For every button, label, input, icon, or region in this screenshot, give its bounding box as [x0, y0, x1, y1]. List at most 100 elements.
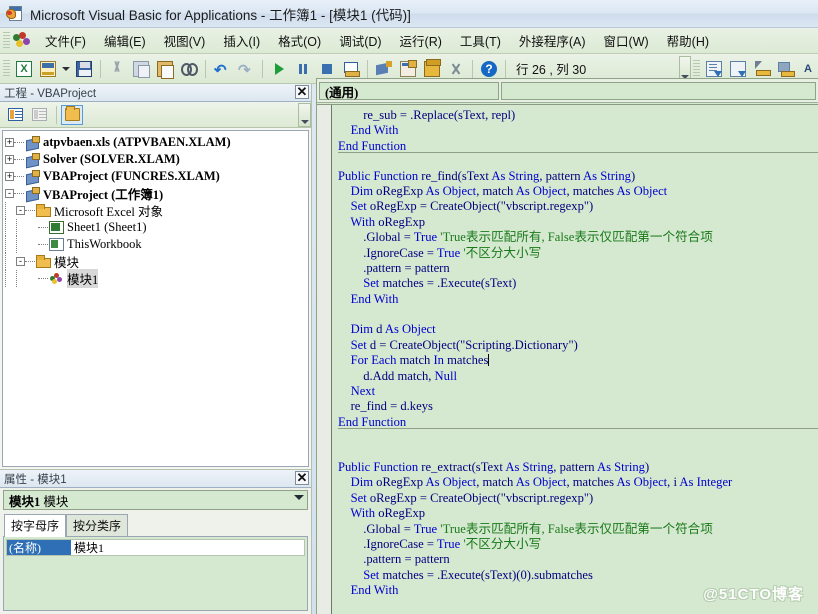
tree-item[interactable]: + VBAProject (FUNCRES.XLAM)	[5, 168, 308, 185]
binoculars-icon	[181, 61, 198, 77]
design-mode-button[interactable]	[340, 58, 362, 80]
toolbar-gripper[interactable]	[3, 59, 10, 78]
tree-expander[interactable]: +	[5, 155, 14, 164]
code-line: For Each match In matches	[338, 353, 818, 368]
tree-connector	[14, 159, 24, 160]
code-token: Public Function	[338, 168, 422, 183]
run-button[interactable]	[268, 58, 290, 80]
code-line: .Global = True 'True表示匹配所有, False表示仅匹配第一…	[338, 230, 818, 245]
tree-expander[interactable]: -	[16, 257, 25, 266]
menu-edit[interactable]: 编辑(E)	[96, 28, 154, 53]
reset-button[interactable]	[316, 58, 338, 80]
menu-insert[interactable]: 插入(I)	[215, 28, 268, 53]
tree-item[interactable]: + atpvbaen.xls (ATPVBAEN.XLAM)	[5, 134, 308, 151]
property-name: (名称)	[7, 540, 71, 555]
code-combo-bar: (通用)	[317, 79, 818, 103]
tree-item[interactable]: - Microsoft Excel 对象	[5, 202, 308, 219]
cut-button[interactable]	[106, 58, 128, 80]
properties-grid[interactable]: (名称) 模块1	[3, 536, 308, 611]
edit-complete-word-button[interactable]: A	[799, 58, 817, 80]
code-token: Set	[363, 567, 383, 582]
project-tree[interactable]: + atpvbaen.xls (ATPVBAEN.XLAM) + Solver (SO…	[2, 130, 309, 467]
menu-gripper[interactable]	[3, 31, 10, 50]
tab-alphabetic[interactable]: 按字母序	[4, 514, 67, 537]
menu-view[interactable]: 视图(V)	[156, 28, 214, 53]
insert-userform-button[interactable]	[37, 58, 59, 80]
copy-button[interactable]	[130, 58, 152, 80]
paste-button[interactable]	[154, 58, 176, 80]
tree-guide	[16, 270, 17, 287]
menu-format[interactable]: 格式(O)	[270, 28, 329, 53]
tree-expander[interactable]: -	[16, 206, 25, 215]
undo-button[interactable]	[211, 58, 233, 80]
code-token: matches	[447, 353, 489, 368]
code-line: .pattern = pattern	[338, 261, 818, 276]
insert-dropdown-button[interactable]	[61, 58, 71, 80]
properties-window-button[interactable]	[397, 58, 419, 80]
tree-item[interactable]: - VBAProject (工作簿1)	[5, 185, 308, 202]
code-text[interactable]: re_sub = .Replace(sText, repl) End With E…	[332, 105, 818, 614]
tree-expander[interactable]: +	[5, 172, 14, 181]
object-browser-button[interactable]	[421, 58, 443, 80]
project-explorer-overflow[interactable]	[298, 102, 311, 127]
project-explorer-close-icon[interactable]: ✕	[295, 84, 309, 99]
project-explorer-button[interactable]	[373, 58, 395, 80]
menu-window[interactable]: 窗口(W)	[596, 28, 657, 53]
parameter-info-icon	[778, 61, 795, 77]
code-token: , matches	[566, 183, 617, 198]
project-explorer-titlebar: 工程 - VBAProject ✕	[0, 84, 311, 102]
edit-list-properties-button[interactable]	[703, 58, 725, 80]
tree-item[interactable]: - 模块	[5, 253, 308, 270]
properties-object-combo[interactable]: 模块1 模块	[3, 490, 308, 510]
menu-addins[interactable]: 外接程序(A)	[511, 28, 594, 53]
code-procedure-combo[interactable]	[501, 82, 816, 100]
tree-item[interactable]: + Solver (SOLVER.XLAM)	[5, 151, 308, 168]
tree-expander[interactable]: +	[5, 138, 14, 147]
code-line: Public Function re_find(sText As String,…	[338, 169, 818, 184]
menu-file[interactable]: 文件(F)	[37, 28, 94, 53]
menu-run[interactable]: 运行(R)	[392, 28, 450, 53]
tree-connector	[38, 227, 48, 228]
code-token: As Integer	[679, 475, 733, 490]
menu-debug[interactable]: 调试(D)	[331, 28, 389, 53]
edit-parameter-info-button[interactable]	[775, 58, 797, 80]
code-margin-indicator-bar[interactable]	[317, 105, 332, 614]
save-button[interactable]	[73, 58, 95, 80]
view-excel-button[interactable]	[13, 58, 35, 80]
properties-close-icon[interactable]: ✕	[295, 470, 309, 485]
view-code-button[interactable]	[4, 105, 26, 125]
tree-expander[interactable]: -	[5, 189, 14, 198]
edit-list-constants-button[interactable]	[727, 58, 749, 80]
code-object-combo[interactable]: (通用)	[319, 82, 499, 100]
edit-quick-info-button[interactable]	[751, 58, 773, 80]
code-token: '不区分大小写	[463, 536, 542, 551]
tree-item[interactable]: ThisWorkbook	[5, 236, 308, 253]
property-value[interactable]: 模块1	[71, 540, 304, 555]
menu-help[interactable]: 帮助(H)	[659, 28, 717, 53]
properties-tabs: 按字母序 按分类序	[4, 513, 311, 537]
title-bar: Microsoft Visual Basic for Applications …	[0, 0, 818, 28]
tree-item[interactable]: 模块1	[5, 269, 308, 288]
menu-tools[interactable]: 工具(T)	[452, 28, 509, 53]
code-token: True	[436, 245, 461, 260]
code-line: re_sub = .Replace(sText, repl)	[338, 108, 818, 123]
code-token: As Object	[384, 322, 436, 337]
toggle-folders-button[interactable]	[61, 104, 83, 125]
find-button[interactable]	[178, 58, 200, 80]
help-button[interactable]	[478, 58, 500, 80]
tab-categorized[interactable]: 按分类序	[66, 514, 129, 536]
toolbar2-gripper[interactable]	[693, 59, 700, 78]
break-button[interactable]	[292, 58, 314, 80]
property-row[interactable]: (名称) 模块1	[6, 539, 305, 556]
tree-item[interactable]: Sheet1 (Sheet1)	[5, 219, 308, 236]
redo-button[interactable]	[235, 58, 257, 80]
toolbox-button[interactable]	[445, 58, 467, 80]
code-editor[interactable]: re_sub = .Replace(sText, repl) End With E…	[317, 104, 818, 614]
view-object-button[interactable]	[28, 105, 50, 125]
folder-icon	[36, 203, 51, 217]
